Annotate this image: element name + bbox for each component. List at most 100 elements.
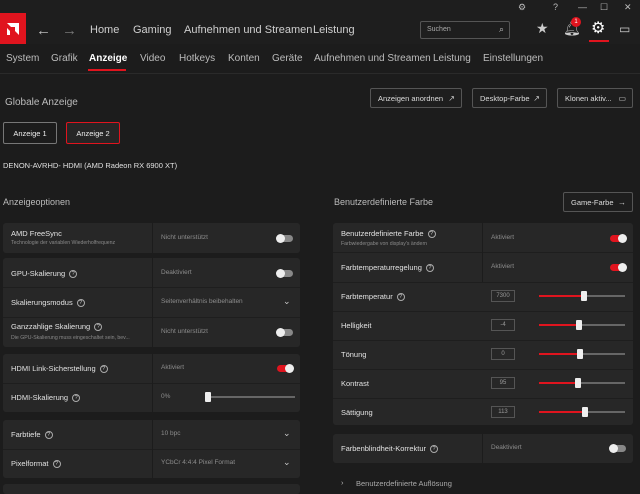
slider-label: Kontrast xyxy=(341,379,369,388)
minimize-icon[interactable]: — xyxy=(578,2,587,12)
external-link-icon: ↗ xyxy=(533,93,540,103)
slider-knob[interactable] xyxy=(205,392,211,402)
bug-report-icon[interactable]: ⚙ xyxy=(518,2,526,13)
tab-devices[interactable]: Geräte xyxy=(272,53,303,64)
search-input[interactable]: Suchen ⌕ xyxy=(420,21,510,39)
slider-track[interactable] xyxy=(539,407,625,417)
chevron-down-icon[interactable]: ⌄ xyxy=(283,457,291,468)
freesync-toggle[interactable] xyxy=(276,234,293,243)
freesync-card: AMD FreeSync Technologie der variablen W… xyxy=(3,223,300,253)
custom-color-toggle[interactable] xyxy=(610,234,627,243)
slider-track[interactable] xyxy=(539,291,625,301)
divider xyxy=(482,223,483,282)
maximize-icon[interactable]: ☐ xyxy=(600,2,608,13)
top-bar: ← → Home Gaming Aufnehmen und Streamen L… xyxy=(0,0,640,44)
arrow-right-icon: → xyxy=(618,197,626,207)
slider-row: Farbtemperatur? 7300 xyxy=(333,282,633,311)
desktop-color-label: Desktop-Farbe xyxy=(480,93,530,103)
slider-row: Kontrast 95 xyxy=(333,369,633,398)
slider-track[interactable] xyxy=(539,378,625,388)
tab-performance[interactable]: Leistung xyxy=(433,53,471,64)
tab-system[interactable]: System xyxy=(6,53,39,64)
close-icon[interactable]: ✕ xyxy=(624,2,632,13)
slider-track[interactable] xyxy=(539,320,625,330)
nav-home[interactable]: Home xyxy=(90,24,119,36)
tab-graphics[interactable]: Grafik xyxy=(51,53,78,64)
amd-logo[interactable] xyxy=(0,13,26,44)
arrange-displays-button[interactable]: Anzeigen anordnen ↗ xyxy=(370,88,462,108)
help-icon[interactable]: ? xyxy=(553,2,558,12)
display-1-button[interactable]: Anzeige 1 xyxy=(3,122,57,144)
hdmi-link-toggle[interactable] xyxy=(277,364,294,373)
color-depth-value[interactable]: 10 bpc xyxy=(161,430,181,437)
slider-knob[interactable] xyxy=(580,291,587,301)
nav-performance[interactable]: Leistung xyxy=(313,24,355,36)
colorblind-label: Farbenblindheit-Korrektur? xyxy=(341,444,439,454)
gear-icon[interactable]: ⚙ xyxy=(591,18,605,38)
help-icon: ? xyxy=(72,394,81,403)
hdmi-scaling-slider[interactable] xyxy=(205,392,295,402)
tab-video[interactable]: Video xyxy=(140,53,165,64)
back-arrow-icon[interactable]: ← xyxy=(36,22,51,39)
clone-active-button[interactable]: Klonen aktiv... ▭ xyxy=(557,88,633,108)
game-color-button[interactable]: Game-Farbe → xyxy=(563,192,633,212)
forward-arrow-icon[interactable]: → xyxy=(62,22,77,39)
gpu-scaling-toggle[interactable] xyxy=(276,269,293,278)
hdmi-scaling-label: HDMI-Skalierung? xyxy=(11,393,81,403)
slider-value-input[interactable]: 0 xyxy=(491,348,515,360)
custom-color-value: Aktiviert xyxy=(491,234,515,241)
desktop-color-button[interactable]: Desktop-Farbe ↗ xyxy=(472,88,547,108)
amd-logo-icon xyxy=(7,22,19,35)
nav-record-stream[interactable]: Aufnehmen und Streamen xyxy=(184,24,312,36)
scaling-mode-value[interactable]: Seitenverhältnis beibehalten xyxy=(161,298,243,305)
tab-hotkeys[interactable]: Hotkeys xyxy=(179,53,215,64)
slider-value-input[interactable]: 113 xyxy=(491,406,515,418)
colorblind-toggle[interactable] xyxy=(609,444,626,453)
color-format-card: Farbtiefe? 10 bpc ⌄ Pixelformat? YCbCr 4… xyxy=(3,420,300,478)
slider-knob[interactable] xyxy=(574,378,581,388)
integer-scaling-toggle[interactable] xyxy=(276,328,293,337)
slider-value-input[interactable]: 95 xyxy=(491,377,515,389)
active-tab-indicator xyxy=(88,69,126,71)
gpu-scaling-label: GPU-Skalierung? xyxy=(11,269,78,279)
help-icon: ? xyxy=(99,365,108,374)
slider-value-input[interactable]: 7300 xyxy=(491,290,515,302)
display-device-name: DENON-AVRHD- HDMI (AMD Radeon RX 6900 XT… xyxy=(3,161,178,170)
nav-gaming[interactable]: Gaming xyxy=(133,24,172,36)
color-depth-label: Farbtiefe? xyxy=(11,430,53,440)
temp-control-toggle[interactable] xyxy=(610,263,627,272)
slider-knob[interactable] xyxy=(575,320,582,330)
star-icon[interactable]: ★ xyxy=(536,20,549,37)
slider-knob[interactable] xyxy=(581,407,588,417)
display-icon[interactable]: ▭ xyxy=(619,22,630,36)
chevron-down-icon[interactable]: ⌄ xyxy=(283,428,291,439)
help-icon: ? xyxy=(69,270,78,279)
pixel-format-value[interactable]: YCbCr 4:4:4 Pixel Format xyxy=(161,459,235,466)
slider-label: Helligkeit xyxy=(341,321,372,330)
search-placeholder: Suchen xyxy=(427,26,451,33)
divider xyxy=(333,252,633,253)
slider-row: Helligkeit -4 xyxy=(333,311,633,340)
game-color-label: Game-Farbe xyxy=(571,197,614,207)
tab-preferences[interactable]: Einstellungen xyxy=(483,53,543,64)
help-icon: ? xyxy=(396,293,405,302)
chevron-down-icon[interactable]: ⌄ xyxy=(283,296,291,307)
custom-resolution-chevron-icon[interactable]: › xyxy=(341,478,344,487)
integer-scaling-label: Ganzzahlige Skalierung? xyxy=(11,322,103,332)
tab-display[interactable]: Anzeige xyxy=(89,53,127,64)
custom-color-sub: Farbwiedergabe von display's ändern xyxy=(341,241,428,247)
monitor-icon: ▭ xyxy=(618,93,626,103)
freesync-label: AMD FreeSync xyxy=(11,229,62,238)
display-2-button[interactable]: Anzeige 2 xyxy=(66,122,120,144)
divider xyxy=(152,258,153,347)
slider-knob[interactable] xyxy=(577,349,584,359)
custom-resolution-link[interactable]: Benutzerdefinierte Auflösung xyxy=(356,479,452,488)
slider-track[interactable] xyxy=(539,349,625,359)
help-icon: ? xyxy=(430,445,439,454)
hdmi-link-label: HDMI Link-Sicherstellung? xyxy=(11,364,108,374)
slider-fill xyxy=(539,382,578,384)
slider-value-input[interactable]: -4 xyxy=(491,319,515,331)
tab-record-stream[interactable]: Aufnehmen und Streamen xyxy=(314,53,431,64)
freesync-value: Nicht unterstützt xyxy=(161,234,208,241)
tab-accounts[interactable]: Konten xyxy=(228,53,260,64)
